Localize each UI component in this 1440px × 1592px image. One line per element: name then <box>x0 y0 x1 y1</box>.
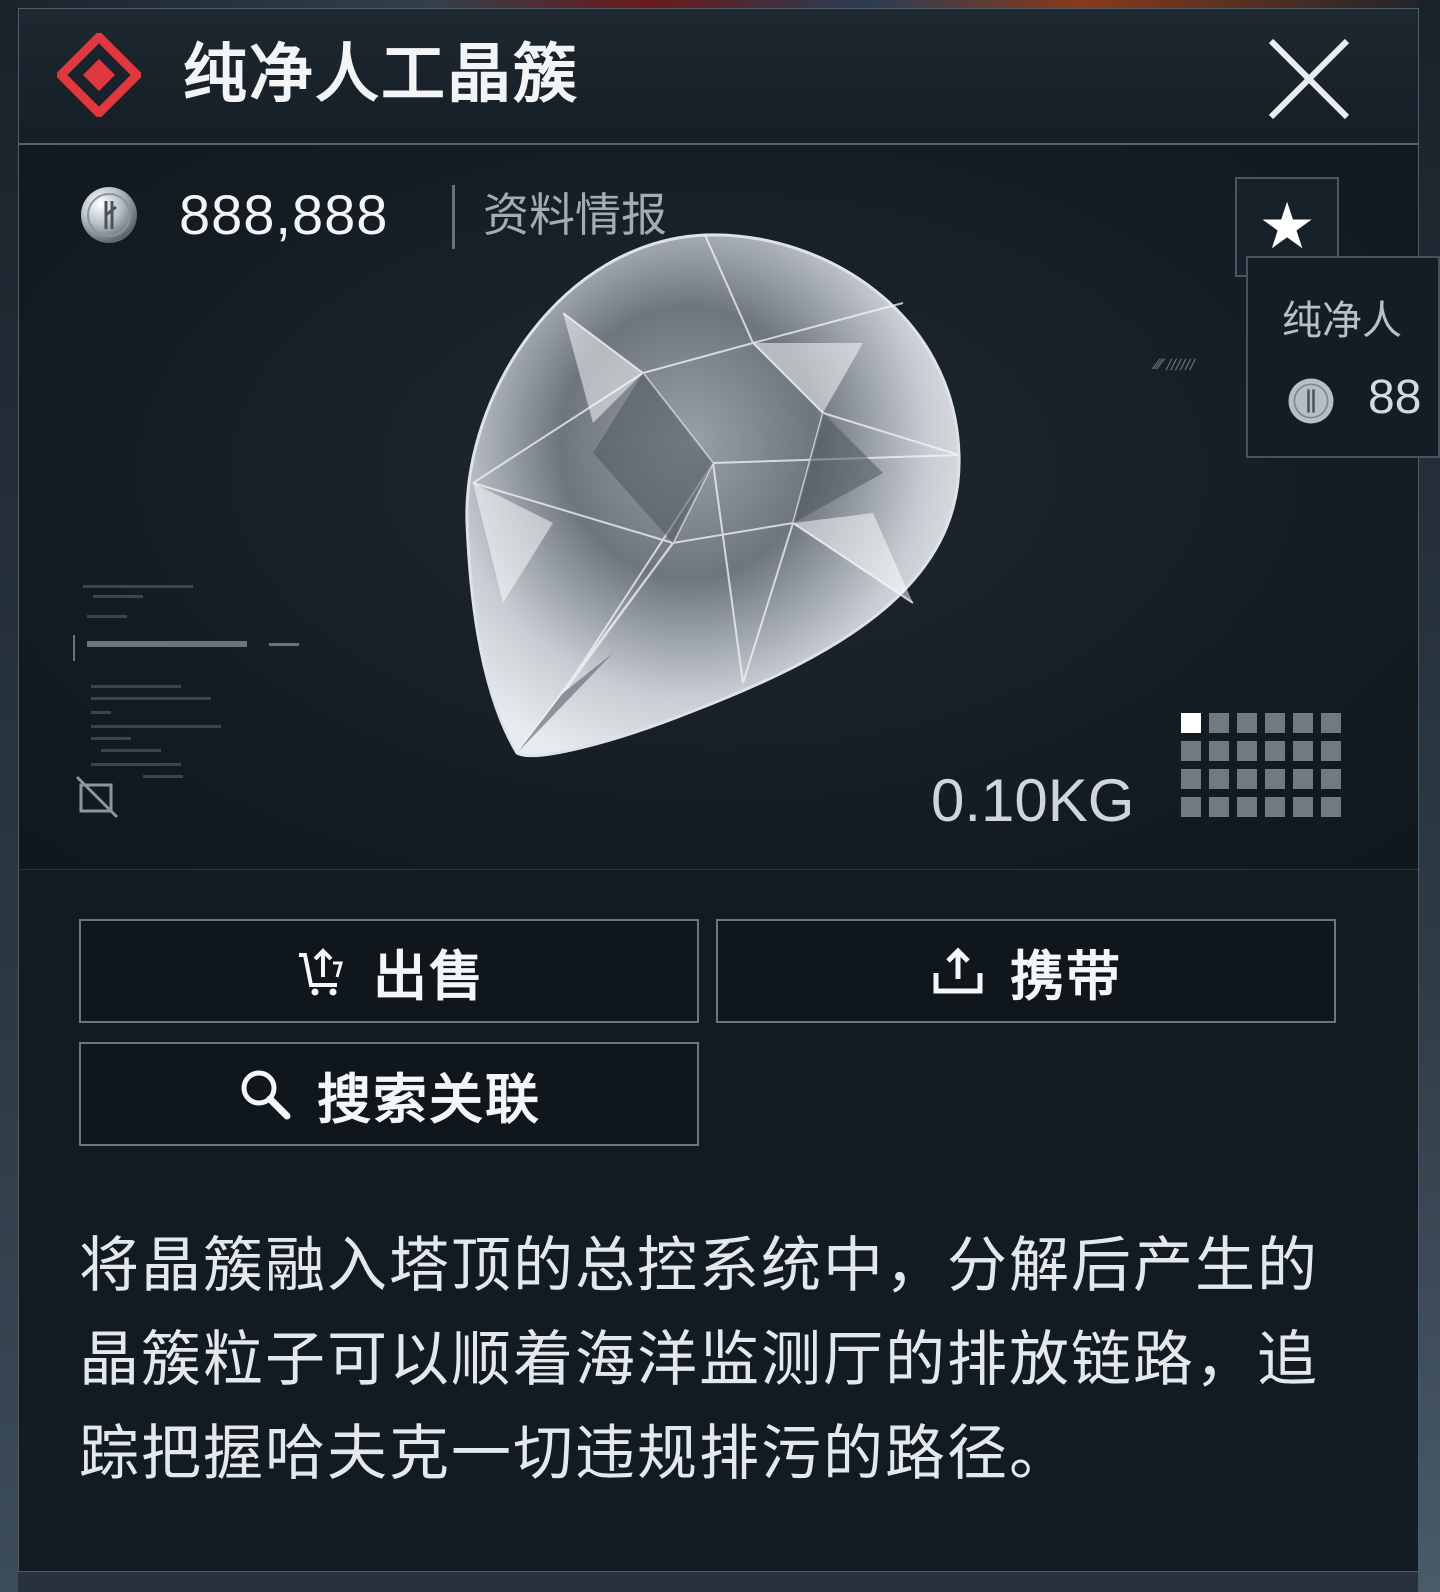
tooltip-coin-icon <box>1288 378 1334 424</box>
tooltip-price: 88 <box>1368 371 1422 424</box>
hover-tooltip: 纯净人 88 <box>1246 256 1440 458</box>
crystal-cluster-image <box>465 233 961 758</box>
no-trade-icon <box>75 775 119 819</box>
panel-header: 纯净人工晶簇 <box>19 9 1418 145</box>
item-description: 将晶簇融入塔顶的总控系统中，分解后产生的晶簇粒子可以顺着海洋监测厅的排放链路，追… <box>79 1231 1319 1489</box>
item-detail-panel: 纯净人工晶簇 888,888 资料情报 ★ ⁄⁄⁄ ∕∕∕∕∕∕ 0.10KG … <box>18 8 1419 1572</box>
carry-button[interactable]: 携带 <box>716 919 1336 1023</box>
search-related-label: 搜索关联 <box>317 1067 541 1131</box>
sell-cart-icon <box>299 948 343 996</box>
sell-label: 出售 <box>373 944 485 1008</box>
item-title: 纯净人工晶簇 <box>183 38 579 112</box>
decorative-text-lines <box>73 585 299 778</box>
background-right-edge <box>1418 0 1440 1592</box>
search-related-button[interactable]: 搜索关联 <box>79 1042 699 1146</box>
rarity-diamond-icon <box>57 33 141 117</box>
item-info-area: 888,888 资料情报 ★ ⁄⁄⁄ ∕∕∕∕∕∕ 0.10KG <box>19 145 1418 870</box>
magnifier-icon <box>241 1070 291 1120</box>
size-grid-icon <box>1181 713 1341 817</box>
silver-coin-icon <box>81 187 137 243</box>
carry-label: 携带 <box>1010 944 1122 1008</box>
background-left-edge <box>0 0 18 1592</box>
tooltip-title: 纯净人 <box>1282 298 1402 344</box>
item-weight: 0.10KG <box>931 767 1135 834</box>
item-price: 888,888 <box>179 183 389 246</box>
close-icon[interactable] <box>1261 31 1357 127</box>
decorative-watermark: ⁄⁄⁄ ∕∕∕∕∕∕ <box>1155 357 1195 373</box>
sell-button[interactable]: 出售 <box>79 919 699 1023</box>
upload-tray-icon <box>933 947 983 994</box>
